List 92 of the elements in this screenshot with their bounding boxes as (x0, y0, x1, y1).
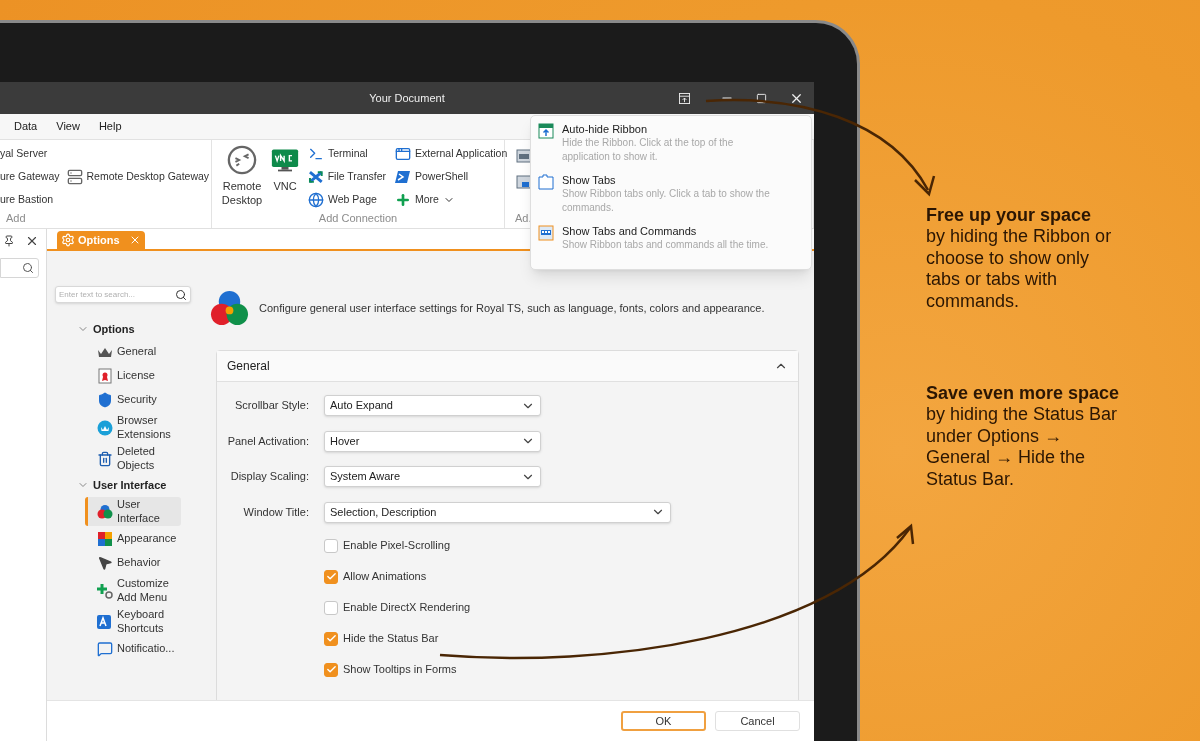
tabs-commands-icon (538, 225, 554, 241)
dropdown-field[interactable]: Hover (324, 430, 541, 452)
checkbox-label: Hide the Status Bar (343, 631, 439, 647)
tree-group[interactable]: Options (55, 318, 200, 340)
tree-item[interactable]: Browser Extensions (85, 413, 181, 442)
checkbox[interactable] (324, 569, 338, 584)
ribbon-button[interactable]: PowerShell (395, 168, 508, 187)
certificate-icon (97, 368, 113, 384)
keyboard-key-icon (97, 613, 113, 630)
callout-text: by hiding the Status Bar under Options → General → Hide the Status Bar. (926, 404, 1119, 490)
tree-item[interactable]: License (85, 365, 181, 387)
palette-grid-icon (97, 531, 113, 547)
tree-item[interactable]: Notificatio... (85, 638, 181, 660)
field-label: Scrollbar Style: (234, 398, 309, 414)
field-label: Panel Activation: (226, 433, 309, 449)
tree-item[interactable]: Appearance (85, 528, 181, 550)
menu-option[interactable]: Show Tabs and Commands Show Ribbon tabs and commands all the time. (538, 224, 801, 275)
pin-icon[interactable] (3, 235, 15, 247)
ribbon-large-button[interactable]: VNC (271, 145, 299, 210)
console-icon (516, 148, 532, 164)
checkbox[interactable] (324, 631, 338, 646)
close-icon[interactable] (25, 234, 39, 248)
checkbox[interactable] (324, 662, 338, 677)
checkbox[interactable] (324, 600, 338, 615)
ribbon-display-icon[interactable] (679, 92, 690, 104)
section-header[interactable]: General (217, 351, 798, 382)
dropdown-field[interactable]: Selection, Description (324, 501, 671, 523)
crown-circle-icon (97, 419, 113, 436)
description-text: Configure general user interface settings for Royal TS, such as language, fonts, colors and appearance. (259, 301, 765, 317)
checkbox-label: Enable Pixel-Scrolling (343, 538, 450, 554)
menu-option[interactable]: Show Tabs Show Ribbon tabs only. Click a tab to show the commands. (538, 173, 801, 224)
field-label: Display Scaling: (229, 469, 309, 485)
checkbox-label: Allow Animations (343, 569, 427, 585)
pointer-icon (97, 555, 113, 571)
ribbon-button[interactable]: Terminal (308, 145, 386, 164)
color-circles-icon (97, 503, 113, 520)
color-circles-logo (210, 289, 249, 328)
tree-group[interactable]: User Interface (55, 474, 200, 496)
globe-icon (308, 192, 324, 209)
ribbon-button[interactable]: ure Gateway (0, 168, 60, 187)
server-icon (66, 169, 83, 186)
callout-heading: Free up your space (926, 204, 1093, 226)
maximize-icon[interactable] (756, 92, 767, 104)
tree-item[interactable]: Deleted Objects (85, 444, 181, 473)
application-window-icon (395, 146, 411, 163)
search-icon (22, 262, 34, 274)
checkbox-label: Show Tooltips in Forms (343, 662, 457, 678)
ribbon-button[interactable]: File Transfer (308, 168, 386, 187)
ribbon-group-label: Ad. (514, 210, 533, 226)
trash-icon (97, 450, 113, 467)
remote-desktop-icon (227, 145, 257, 175)
tree-item[interactable]: Keyboard Shortcuts (85, 607, 181, 636)
shield-icon (97, 392, 113, 408)
tree-item[interactable]: Customize Add Menu (85, 576, 181, 605)
menu-option[interactable]: Auto-hide Ribbon Hide the Ribbon. Click at the top of the application to show it. (538, 122, 801, 173)
menu-item[interactable]: View (56, 118, 80, 135)
ribbon-button[interactable]: More (395, 191, 508, 210)
menu-item[interactable]: Help (98, 118, 122, 135)
field-label: Window Title: (242, 504, 309, 520)
dialog-button[interactable]: Cancel (715, 711, 800, 731)
ribbon-button[interactable]: ure Bastion (0, 191, 60, 210)
plus-gear-icon (97, 582, 113, 599)
plus-icon (395, 192, 411, 209)
search-icon (175, 288, 187, 301)
menu-item[interactable]: Data (14, 118, 38, 135)
ribbon-hide-icon (538, 123, 554, 139)
search-field[interactable] (0, 258, 39, 278)
tree-item[interactable]: General (85, 341, 181, 363)
tree-item[interactable]: Behavior (85, 552, 181, 574)
checkbox-label: Enable DirectX Rendering (343, 600, 471, 616)
window-title: Your Document (369, 90, 445, 106)
speech-bubble-icon (97, 641, 113, 657)
powershell-icon (395, 169, 411, 186)
tree-item[interactable]: Security (85, 389, 181, 411)
callout-heading: Save even more space (926, 382, 1121, 404)
gear-icon (61, 233, 75, 247)
ribbon-group-label: Add (5, 210, 27, 226)
ribbon-button[interactable]: Remote Desktop Gateway (66, 168, 210, 187)
tree-item[interactable]: User Interface (85, 497, 181, 526)
ribbon-button[interactable]: yal Server (0, 145, 60, 164)
dialog-button[interactable]: OK (621, 711, 706, 731)
window-icon (516, 174, 532, 190)
transfer-icon (308, 169, 324, 186)
dropdown-field[interactable]: System Aware (324, 466, 541, 487)
ribbon-large-button[interactable]: Remote Desktop (222, 145, 262, 210)
dropdown-field[interactable]: Auto Expand (324, 395, 541, 416)
ribbon-group-label: Add Connection (317, 210, 399, 226)
ribbon-button[interactable]: Web Page (308, 191, 386, 210)
tabs-icon (538, 174, 554, 190)
ribbon-button[interactable]: External Application (395, 145, 508, 164)
callout-text: by hiding the Ribbon or choose to show only tabs or tabs with commands. (926, 226, 1113, 312)
checkbox[interactable] (324, 538, 338, 553)
